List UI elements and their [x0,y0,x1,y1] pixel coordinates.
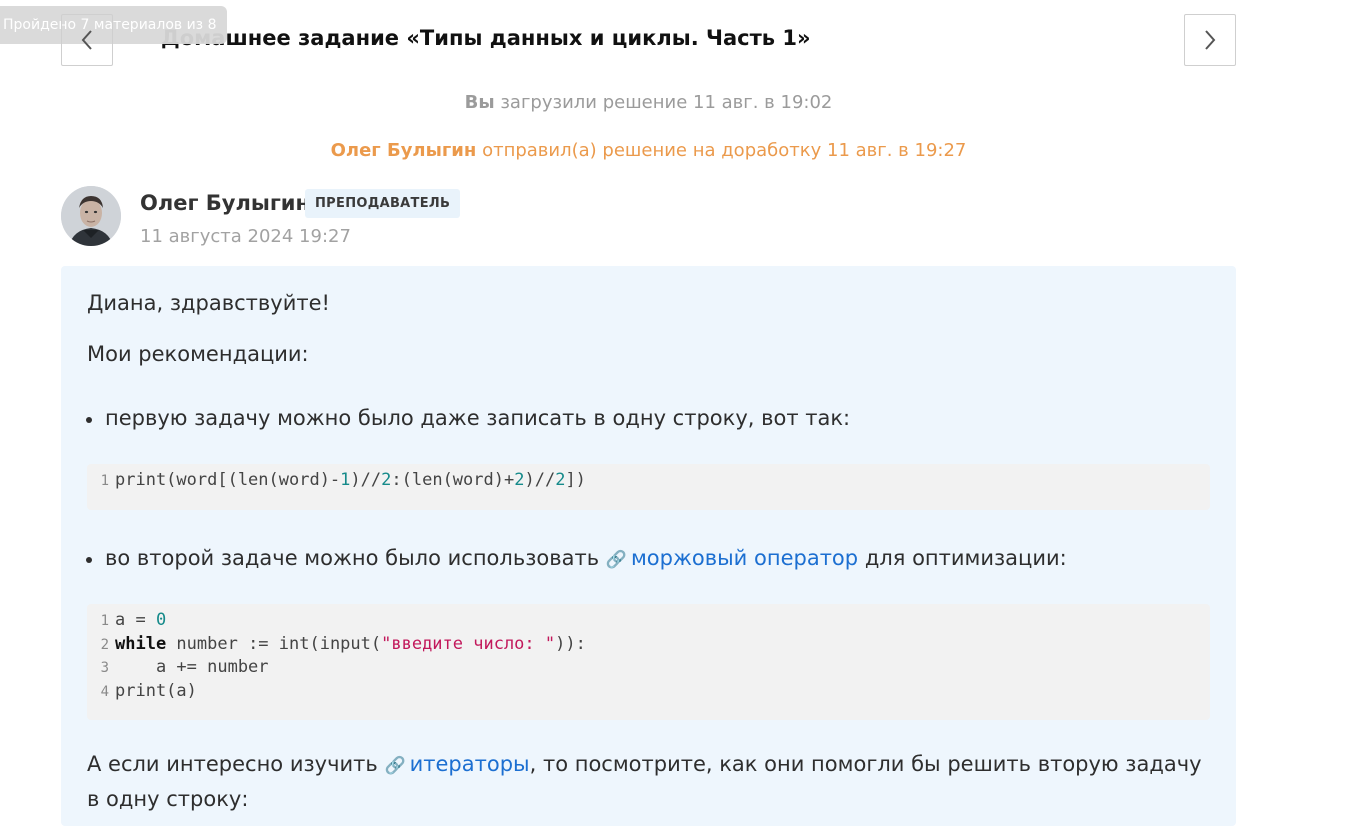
line-number: 2 [100,636,109,653]
code-text: a = 0 [115,610,167,630]
role-badge: ПРЕПОДАВАТЕЛЬ [305,189,461,218]
walrus-operator-link[interactable]: 🔗 моржовый оператор [606,546,858,570]
code-line: 4 print(a) [87,680,1210,704]
bullet2-text-before: во второй задаче можно было использовать [105,546,600,570]
code-block-1: 1 print(word[(len(word)-1)//2:(len(word)+… [87,464,1210,510]
upload-actor: Вы [464,92,495,113]
page-title: Домашнее задание «Типы данных и циклы. Ч… [161,26,811,50]
prev-material-button[interactable] [61,14,113,66]
upload-event: Вы загрузили решение 11 авг. в 19:02 [0,92,1297,113]
list-item: первую задачу можно было даже записать в… [85,406,851,430]
code-block-2: 1 a = 0 2 while number := int(input("введи… [87,604,1210,720]
code-text: print(word[(len(word)-1)//2:(len(word)+2… [115,470,586,490]
chevron-right-icon [1205,30,1216,50]
review-event: Олег Булыгин отправил(а) решение на дора… [0,140,1297,161]
list-item: во второй задаче можно было использовать… [86,546,1067,570]
iterators-link-label: итераторы [409,752,530,776]
para-text-before: А если интересно изучить [87,752,378,776]
comment-author[interactable]: Олег Булыгин [140,191,310,215]
code-line: 1 a = 0 [87,609,1210,633]
avatar[interactable] [61,186,121,246]
code-line: 1 print(word[(len(word)-1)//2:(len(word)+… [87,469,1210,493]
line-number: 4 [100,683,109,700]
line-number: 1 [100,613,109,629]
avatar-portrait [61,186,121,246]
progress-tooltip: Пройдено 7 материалов из 8 [0,6,227,44]
recommendations-title: Мои рекомендации: [87,342,309,366]
comment-greeting: Диана, здравствуйте! [87,291,330,315]
link-icon: 🔗 [384,756,406,776]
iterators-paragraph: А если интересно изучить 🔗 итераторы, то … [87,748,1217,816]
comment-card: Диана, здравствуйте! Мои рекомендации: п… [61,266,1236,826]
review-actor: Олег Булыгин [330,140,477,161]
next-material-button[interactable] [1184,14,1236,66]
comment-timestamp: 11 августа 2024 19:27 [140,226,351,247]
walrus-link-label: моржовый оператор [630,546,859,570]
code-text: a += number [115,657,269,677]
bullet2-text-after: для оптимизации: [864,546,1067,570]
code-line: 2 while number := int(input("введите числ… [87,633,1210,657]
link-icon: 🔗 [605,550,627,570]
line-number: 3 [100,660,109,676]
line-number: 1 [100,473,109,489]
chevron-left-icon [81,30,92,50]
code-text: while number := int(input("введите число… [115,633,586,654]
review-text: отправил(а) решение на доработку 11 авг.… [482,140,967,161]
code-text: print(a) [115,680,197,701]
code-line: 3 a += number [87,656,1210,680]
iterators-link[interactable]: 🔗 итераторы [384,752,529,776]
upload-text: загрузили решение 11 авг. в 19:02 [500,92,833,113]
